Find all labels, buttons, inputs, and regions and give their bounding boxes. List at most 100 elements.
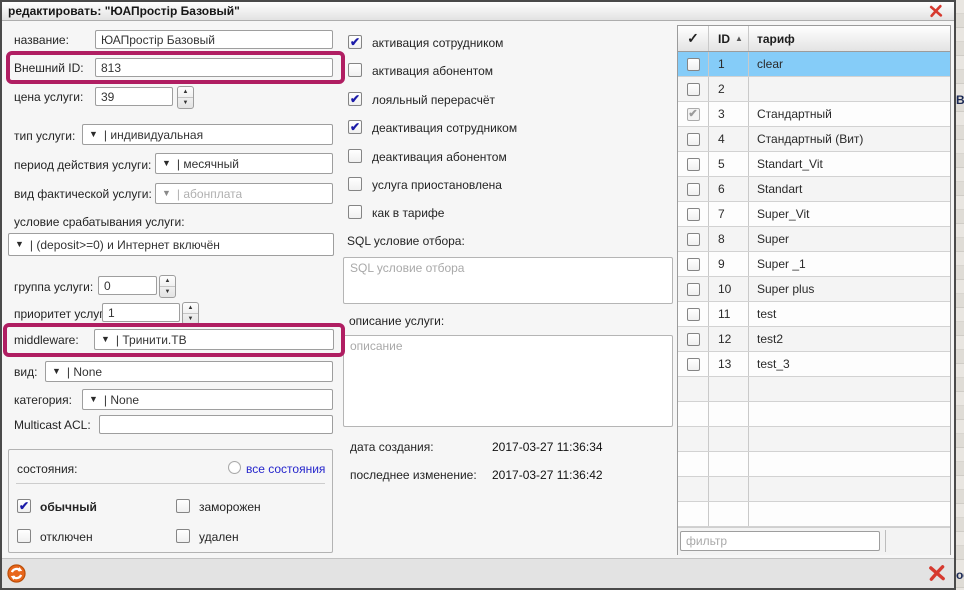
row-id-cell: 6 [709,177,749,201]
row-check-cell [678,77,709,101]
spinner-down-icon[interactable]: ▼ [178,98,193,108]
filter-input[interactable] [680,531,880,551]
period-dropdown[interactable]: ▼ | месячный [155,153,333,174]
created-date-value: 2017-03-27 11:36:34 [492,440,603,454]
checkbox[interactable]: ✔ [348,120,362,134]
row-checkbox[interactable] [687,258,700,271]
multicast-acl-input[interactable] [99,415,333,434]
checkbox[interactable] [17,529,31,543]
name-label: название: [14,33,69,47]
row-checkbox[interactable] [687,333,700,346]
tariff-empty-row[interactable] [678,502,950,527]
tariff-row[interactable]: 1clear [678,52,950,77]
flag-row: деактивация абонентом [348,149,517,177]
checkbox[interactable]: ✔ [17,499,31,513]
row-checkbox[interactable] [687,233,700,246]
row-checkbox[interactable] [687,83,700,96]
flag-row: активация абонентом [348,63,517,91]
tariff-empty-row[interactable] [678,377,950,402]
tariff-row[interactable]: 12test2 [678,327,950,352]
tariff-empty-row[interactable] [678,427,950,452]
tariff-row[interactable]: 10Super plus [678,277,950,302]
row-checkbox[interactable] [687,283,700,296]
all-states-radio[interactable] [228,461,241,474]
tariff-row[interactable]: 11test [678,302,950,327]
row-checkbox[interactable]: ✔ [687,108,700,121]
priority-input[interactable] [102,303,180,322]
header-id-label[interactable]: ID [718,32,730,46]
row-checkbox[interactable] [687,183,700,196]
tariff-empty-row[interactable] [678,452,950,477]
row-tariff-cell [749,377,950,401]
checkbox[interactable] [348,205,362,219]
row-tariff-cell [749,477,950,501]
kind-label: вид: [14,365,37,379]
tariff-row[interactable]: 5Standart_Vit [678,152,950,177]
all-states-label[interactable]: все состояния [246,462,325,476]
modified-date-value: 2017-03-27 11:36:42 [492,468,603,482]
priority-spinner[interactable]: ▲ ▼ [182,302,199,325]
checkbox[interactable] [348,149,362,163]
close-icon[interactable] [928,563,946,583]
name-input[interactable] [95,30,333,49]
tariff-row[interactable]: 6Standart [678,177,950,202]
row-checkbox[interactable] [687,133,700,146]
service-type-dropdown[interactable]: ▼ | индивидуальная [82,124,333,145]
tariff-row[interactable]: 13test_3 [678,352,950,377]
tariff-row[interactable]: 9Super _1 [678,252,950,277]
flag-row: услуга приостановлена [348,177,517,205]
actual-kind-dropdown[interactable]: ▼ | абонплата [155,183,333,204]
checkbox[interactable]: ✔ [348,92,362,106]
row-checkbox[interactable] [687,358,700,371]
checkbox[interactable]: ✔ [348,35,362,49]
group-spinner[interactable]: ▲ ▼ [159,275,176,298]
spinner-up-icon[interactable]: ▲ [178,87,193,98]
spinner-down-icon[interactable]: ▼ [160,287,175,297]
dropdown-arrow-icon: ▼ [89,130,98,139]
description-textarea[interactable] [343,335,673,427]
row-tariff-cell: Standart_Vit [749,152,950,176]
row-tariff-cell: Стандартный [749,102,950,126]
spinner-up-icon[interactable]: ▲ [183,303,198,314]
row-check-cell [678,202,709,226]
tariff-row[interactable]: 7Super_Vit [678,202,950,227]
row-tariff-cell: test2 [749,327,950,351]
trigger-condition-dropdown[interactable]: ▼ | (deposit>=0) и Интернет включён [8,233,334,256]
checkbox[interactable] [176,529,190,543]
row-id-cell [709,502,749,526]
tariff-row[interactable]: 4Стандартный (Вит) [678,127,950,152]
sql-textarea[interactable] [343,257,673,304]
close-icon[interactable] [929,4,943,18]
group-input[interactable] [98,276,157,295]
middleware-label: middleware: [14,333,79,347]
tariff-empty-row[interactable] [678,477,950,502]
middleware-dropdown[interactable]: ▼ | Тринити.ТВ [94,329,334,350]
row-tariff-cell [749,502,950,526]
dialog-titlebar[interactable]: редактировать: "ЮАПростір Базовый" [2,2,954,21]
row-checkbox[interactable] [687,308,700,321]
checkbox[interactable] [348,63,362,77]
tariff-row[interactable]: 2 [678,77,950,102]
checkbox[interactable] [348,177,362,191]
kind-dropdown[interactable]: ▼ | None [45,361,333,382]
tariff-row[interactable]: 8Super [678,227,950,252]
spinner-up-icon[interactable]: ▲ [160,276,175,287]
row-checkbox[interactable] [687,58,700,71]
checkbox[interactable] [176,499,190,513]
category-dropdown[interactable]: ▼ | None [82,389,333,410]
priority-label: приоритет услуги: [14,307,114,321]
price-input[interactable] [95,87,173,106]
header-tariff-label[interactable]: тариф [749,26,950,51]
tariff-row[interactable]: ✔3Стандартный [678,102,950,127]
tariff-table-header[interactable]: ✓ ID ▲ тариф [678,26,950,52]
row-checkbox[interactable] [687,158,700,171]
row-checkbox[interactable] [687,208,700,221]
row-id-cell [709,427,749,451]
external-id-input[interactable] [95,58,333,77]
price-spinner[interactable]: ▲ ▼ [177,86,194,109]
spinner-down-icon[interactable]: ▼ [183,314,198,324]
refresh-icon[interactable] [7,564,26,583]
tariff-empty-row[interactable] [678,402,950,427]
state-disabled: отключен [17,529,93,544]
row-tariff-cell: Super [749,227,950,251]
